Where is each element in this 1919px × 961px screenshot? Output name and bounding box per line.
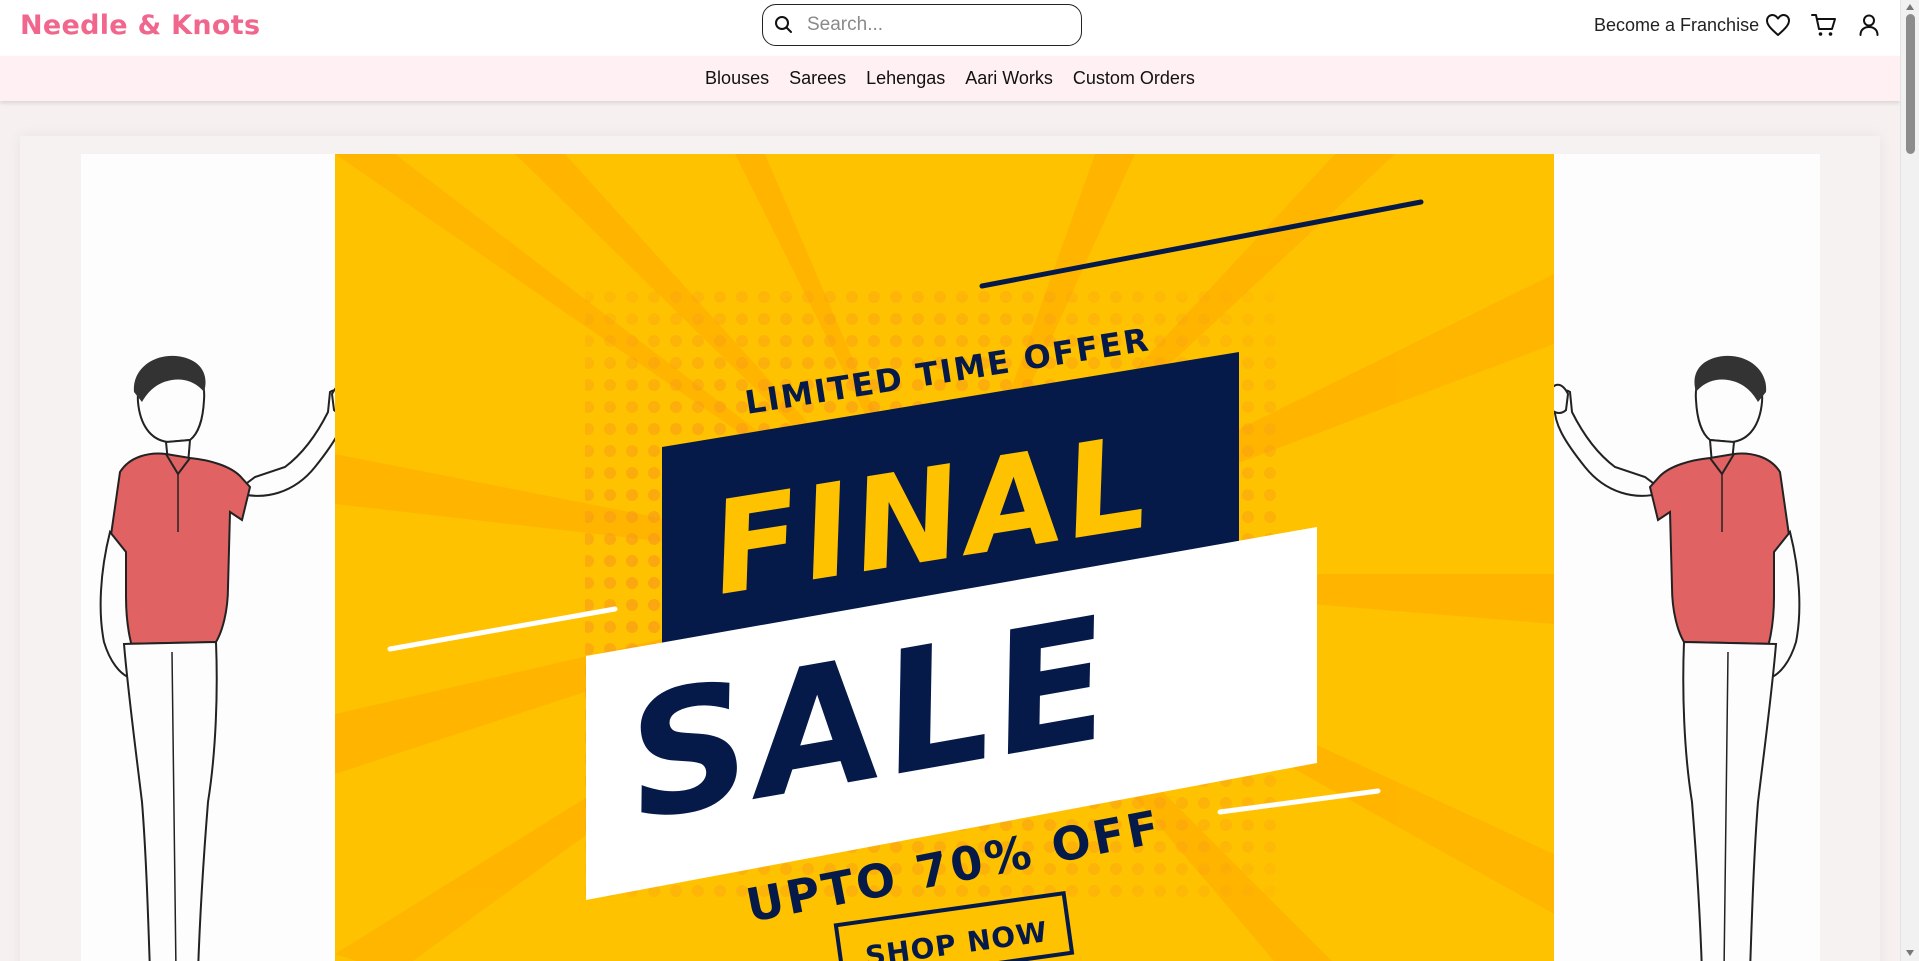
page-scrollbar[interactable]	[1900, 0, 1919, 961]
user-icon	[1859, 14, 1879, 36]
final-sale-banner[interactable]: LIMITED TIME OFFER FINAL SALE UPTO 70% O…	[335, 154, 1554, 961]
cart-icon	[1811, 14, 1836, 36]
nav-item-blouses[interactable]: Blouses	[705, 68, 769, 89]
cart-button[interactable]	[1810, 11, 1838, 39]
nav-item-sarees[interactable]: Sarees	[789, 68, 846, 89]
category-nav: Blouses Sarees Lehengas Aari Works Custo…	[0, 56, 1900, 101]
nav-item-lehengas[interactable]: Lehengas	[866, 68, 945, 89]
shop-now-button[interactable]: SHOP NOW	[863, 915, 1050, 961]
account-button[interactable]	[1855, 11, 1883, 39]
right-person-illustration	[1548, 355, 1801, 961]
wishlist-button[interactable]	[1764, 11, 1792, 39]
search-icon	[775, 16, 792, 33]
search-input[interactable]	[807, 14, 1047, 36]
search-bar[interactable]	[762, 4, 1082, 46]
scroll-up-arrow[interactable]	[1906, 4, 1914, 10]
nav-item-custom-orders[interactable]: Custom Orders	[1073, 68, 1195, 89]
brand-logo[interactable]: Needle & Knots	[20, 10, 260, 41]
banner-artwork: LIMITED TIME OFFER FINAL SALE UPTO 70% O…	[335, 154, 1554, 961]
top-header: Needle & Knots Become a Franchise	[0, 0, 1900, 56]
scroll-down-arrow[interactable]	[1906, 950, 1914, 956]
left-person-illustration	[99, 355, 352, 961]
nav-item-aari-works[interactable]: Aari Works	[965, 68, 1053, 89]
scrollbar-thumb[interactable]	[1906, 14, 1915, 154]
heart-icon	[1766, 14, 1790, 36]
become-franchise-link[interactable]: Become a Franchise	[1594, 15, 1759, 36]
